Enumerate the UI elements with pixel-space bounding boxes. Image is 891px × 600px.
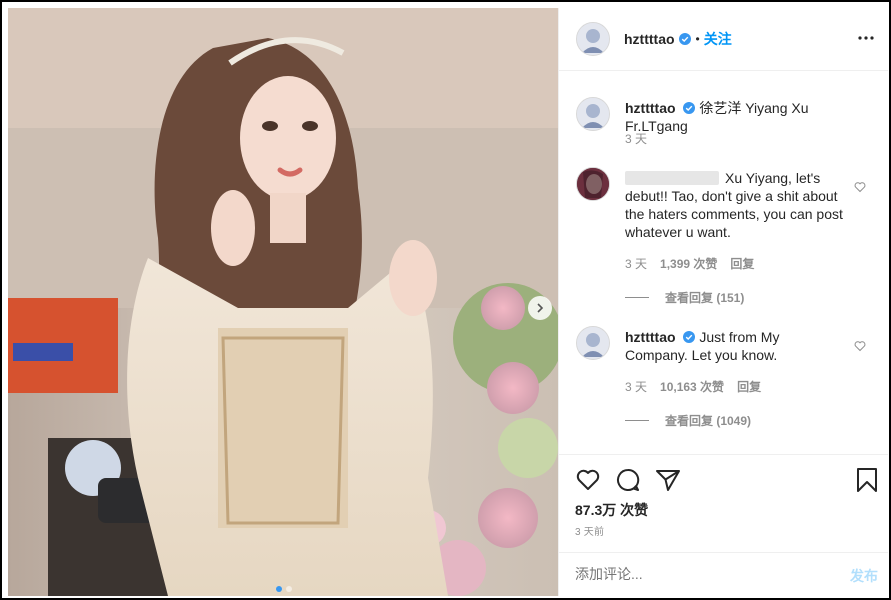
post-username[interactable]: hzttttao (624, 31, 675, 47)
comment-time: 3 天 (625, 257, 648, 271)
view-replies-label: 查看回复 (151) (665, 291, 745, 305)
view-replies-button[interactable]: 查看回复 (151) (625, 289, 744, 306)
chevron-right-icon (537, 303, 544, 313)
avatar[interactable] (576, 97, 610, 131)
post-header: hzttttao • 关注 (559, 8, 888, 71)
carousel-dot-active (276, 586, 282, 592)
replies-line (625, 420, 649, 421)
post-time: 3 天前 (575, 527, 605, 538)
avatar-image (577, 168, 609, 200)
post-panel: hzttttao • 关注 hzttttao 徐艺洋 Yiyang Xu Fr.… (558, 8, 888, 596)
post-actions: 87.3万 次赞 3 天前 (559, 454, 888, 553)
header-separator: • (695, 32, 700, 46)
comment-meta: 3 天 10,163 次赞 回复 (625, 378, 761, 395)
reply-button[interactable]: 回复 (737, 378, 761, 395)
caption-time: 3 天 (625, 132, 648, 146)
caption-text: hzttttao 徐艺洋 Yiyang Xu Fr.LTgang (625, 99, 875, 135)
more-icon[interactable] (856, 30, 876, 46)
post-photo[interactable] (8, 8, 558, 596)
comment-composer: 发布 (559, 552, 888, 597)
comment-text: hzttttao Just from My Company. Let you k… (625, 328, 845, 364)
heart-icon[interactable] (854, 181, 866, 193)
comment-text: Xu Yiyang, let's debut!! Tao, don't give… (625, 169, 845, 241)
comments-list[interactable]: hzttttao 徐艺洋 Yiyang Xu Fr.LTgang 3 天 Xu … (559, 71, 888, 453)
carousel-dot (286, 586, 292, 592)
comment-input[interactable] (575, 566, 815, 582)
avatar-image (577, 98, 609, 130)
blurred-username (625, 171, 719, 185)
view-replies-button[interactable]: 查看回复 (1049) (625, 412, 751, 429)
post-dialog: hzttttao • 关注 hzttttao 徐艺洋 Yiyang Xu Fr.… (0, 0, 891, 600)
reply-button[interactable]: 回复 (730, 255, 754, 272)
likes-count[interactable]: 87.3万 次赞 (575, 500, 648, 520)
caption-username[interactable]: hzttttao (625, 100, 676, 116)
photo-image (8, 8, 558, 596)
comment-likes[interactable]: 10,163 次赞 (660, 378, 724, 395)
replies-line (625, 297, 649, 298)
verified-icon (683, 102, 696, 114)
comment-meta: 3 天 1,399 次赞 回复 (625, 255, 754, 272)
caption-meta: 3 天 (625, 130, 647, 147)
avatar-image (577, 23, 609, 55)
share-icon[interactable] (655, 467, 681, 493)
carousel-dots (276, 586, 292, 592)
comment-icon[interactable] (615, 467, 641, 493)
avatar[interactable] (576, 22, 610, 56)
carousel-next-button[interactable] (528, 296, 552, 320)
avatar-image (577, 327, 609, 359)
comment-time: 3 天 (625, 380, 648, 394)
verified-icon (683, 331, 696, 343)
verified-icon (678, 33, 691, 45)
comment-username[interactable]: hzttttao (625, 329, 676, 345)
post-comment-button[interactable]: 发布 (850, 566, 878, 586)
heart-icon[interactable] (854, 340, 866, 352)
avatar[interactable] (576, 167, 610, 201)
bookmark-icon[interactable] (854, 467, 880, 493)
view-replies-label: 查看回复 (1049) (665, 414, 752, 428)
heart-icon[interactable] (575, 467, 601, 493)
follow-button[interactable]: 关注 (704, 29, 732, 49)
avatar[interactable] (576, 326, 610, 360)
comment-likes[interactable]: 1,399 次赞 (660, 255, 717, 272)
